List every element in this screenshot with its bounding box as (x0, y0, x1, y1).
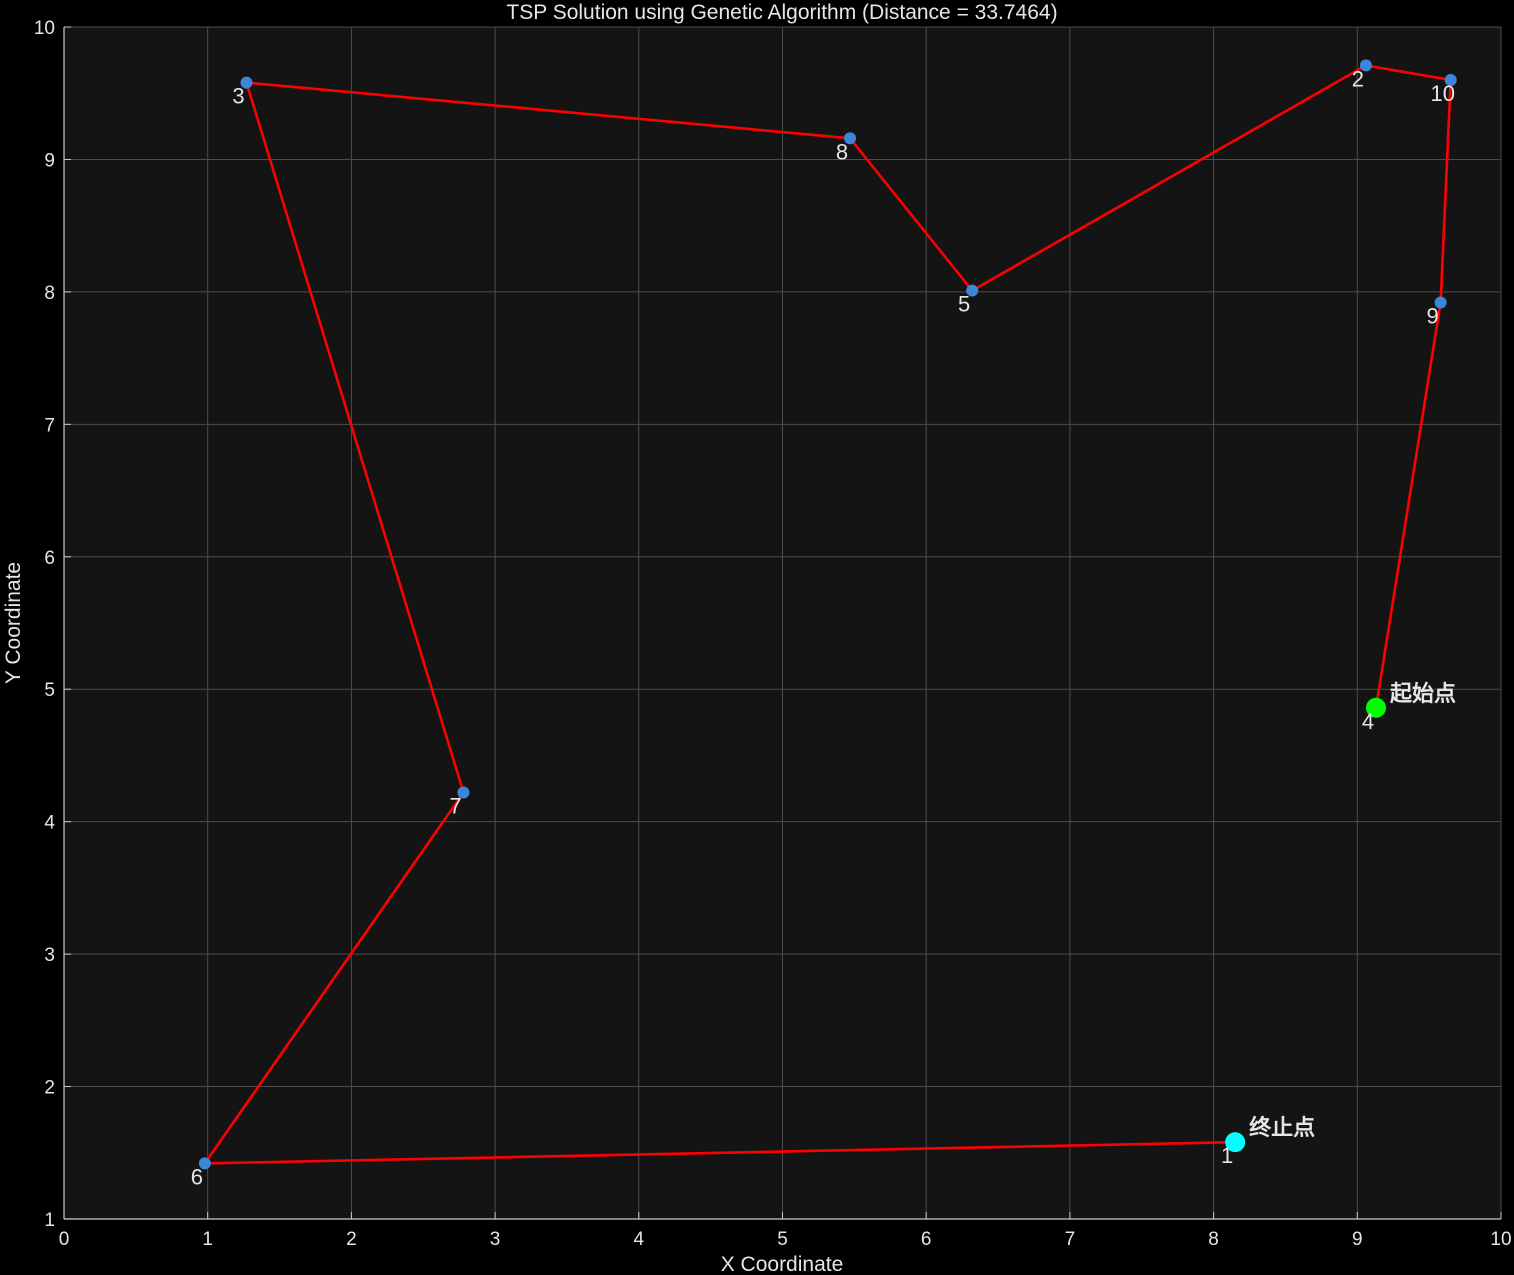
x-tick-label-1: 1 (202, 1229, 213, 1250)
x-tick-label-3: 3 (490, 1229, 501, 1250)
y-tick-label-8: 8 (44, 283, 55, 304)
city-label-5: 5 (958, 292, 970, 317)
y-tick-label-3: 3 (44, 945, 55, 966)
y-tick-label-1: 1 (44, 1210, 55, 1231)
x-tick-label-10: 10 (1490, 1229, 1511, 1250)
city-label-3: 3 (232, 84, 244, 109)
city-label-10: 10 (1430, 81, 1454, 106)
y-tick-label-2: 2 (44, 1078, 55, 1099)
city-label-7: 7 (449, 794, 461, 819)
x-tick-label-2: 2 (346, 1229, 357, 1250)
y-axis-label: Y Coordinate (2, 562, 25, 684)
end-annotation: 终止点 (1249, 1115, 1315, 1141)
x-tick-label-7: 7 (1065, 1229, 1076, 1250)
x-tick-label-9: 9 (1352, 1229, 1363, 1250)
city-label-9: 9 (1427, 303, 1439, 328)
x-axis-label: X Coordinate (721, 1253, 844, 1275)
y-tick-label-4: 4 (44, 813, 55, 834)
city-label-2: 2 (1352, 66, 1364, 91)
x-tick-label-5: 5 (777, 1229, 788, 1250)
x-tick-label-6: 6 (921, 1229, 932, 1250)
y-tick-label-5: 5 (44, 680, 55, 701)
y-tick-label-6: 6 (44, 548, 55, 569)
x-tick-label-8: 8 (1208, 1229, 1219, 1250)
city-label-1: 1 (1221, 1143, 1233, 1168)
city-label-4: 4 (1362, 709, 1374, 734)
start-annotation: 起始点 (1389, 681, 1456, 707)
x-tick-label-4: 4 (634, 1229, 645, 1250)
x-tick-label-0: 0 (59, 1229, 70, 1250)
tsp-figure: 12345678910起始点终止点 0 1 2 3 4 5 6 7 8 9 101234567891… (0, 0, 1514, 1275)
city-label-6: 6 (191, 1164, 203, 1189)
y-tick-label-10: 10 (34, 18, 55, 39)
chart-title: TSP Solution using Genetic Algorithm (Di… (506, 1, 1057, 24)
city-label-8: 8 (836, 139, 848, 164)
y-tick-label-7: 7 (44, 415, 55, 436)
y-tick-label-9: 9 (44, 150, 55, 171)
